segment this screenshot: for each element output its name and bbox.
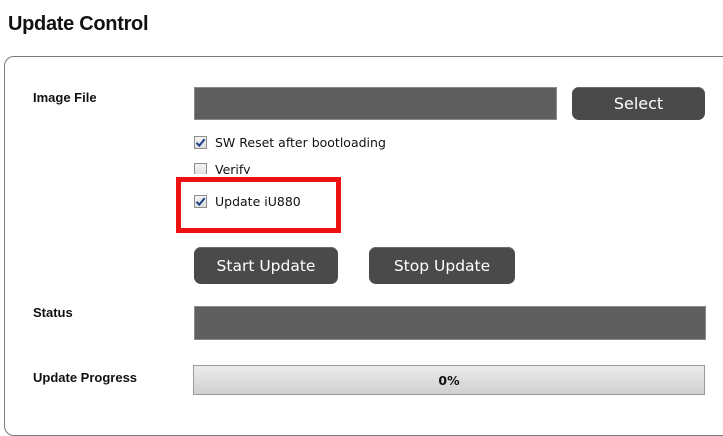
progress-text: 0%: [438, 372, 460, 388]
verify-label: Verify: [215, 162, 251, 174]
update-progress-bar: 0%: [193, 365, 705, 395]
option-sw-reset[interactable]: SW Reset after bootloading: [194, 134, 386, 150]
status-label: Status: [33, 305, 73, 320]
sw-reset-label: SW Reset after bootloading: [215, 134, 386, 150]
image-file-label: Image File: [33, 90, 97, 105]
start-update-button[interactable]: Start Update: [194, 247, 338, 284]
highlight-annotation-box: [176, 177, 341, 233]
update-progress-label: Update Progress: [33, 370, 138, 385]
status-field: [194, 306, 706, 340]
verify-checkbox[interactable]: [194, 163, 207, 174]
checkmark-icon: [195, 138, 206, 147]
section-title: Update Control: [8, 13, 149, 35]
sw-reset-checkbox[interactable]: [194, 135, 207, 149]
option-verify[interactable]: Verify: [194, 162, 250, 174]
select-button[interactable]: Select: [572, 87, 705, 120]
stop-update-button[interactable]: Stop Update: [369, 247, 515, 284]
image-file-path-field[interactable]: [194, 87, 557, 120]
